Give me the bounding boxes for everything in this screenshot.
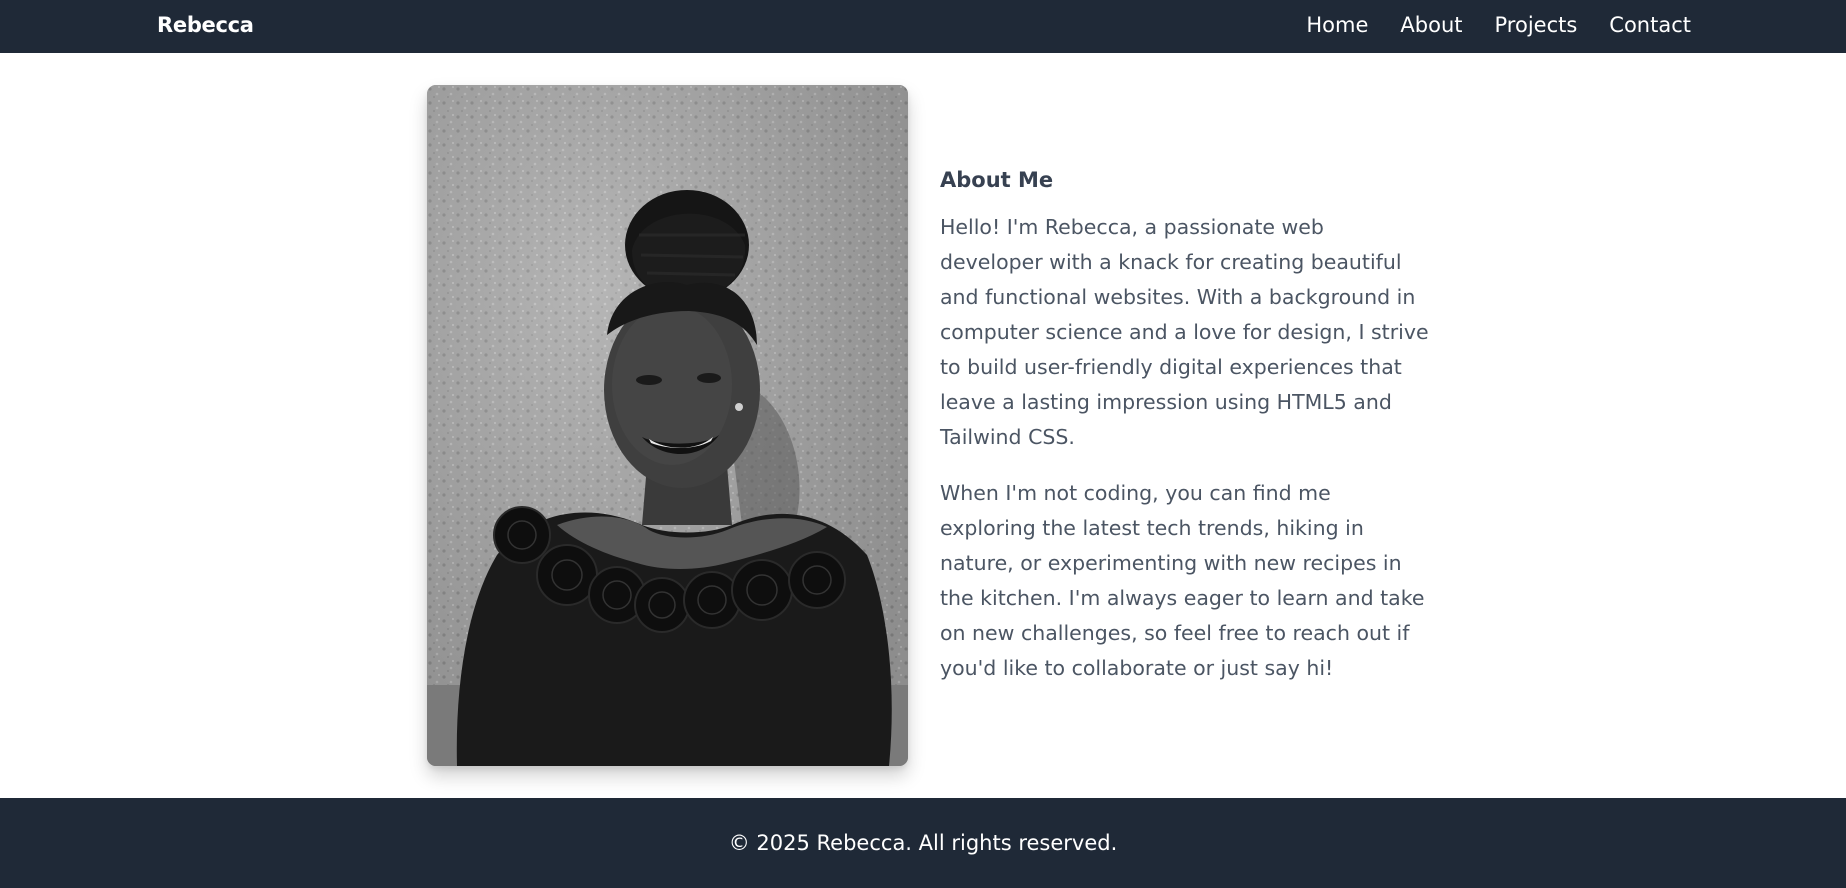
nav-link-home[interactable]: Home	[1306, 13, 1368, 37]
profile-photo	[427, 85, 908, 766]
about-section: About Me Hello! I'm Rebecca, a passionat…	[940, 168, 1430, 707]
nav-link-contact[interactable]: Contact	[1609, 13, 1691, 37]
about-title: About Me	[940, 168, 1054, 192]
copyright-text: © 2025 Rebecca. All rights reserved.	[728, 831, 1118, 855]
nav-link-about[interactable]: About	[1400, 13, 1462, 37]
main-nav: Home About Projects Contact	[1306, 13, 1691, 37]
site-footer: © 2025 Rebecca. All rights reserved.	[0, 798, 1846, 888]
brand-logo[interactable]: Rebecca	[157, 13, 254, 37]
about-paragraph-1: Hello! I'm Rebecca, a passionate web dev…	[940, 215, 1429, 449]
site-header: Rebecca Home About Projects Contact	[0, 0, 1846, 53]
nav-link-projects[interactable]: Projects	[1495, 13, 1578, 37]
about-paragraph-2: When I'm not coding, you can find me exp…	[940, 481, 1425, 680]
